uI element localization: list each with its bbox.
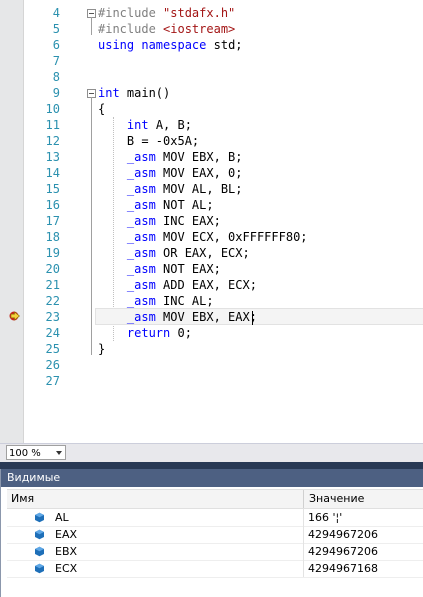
code-line[interactable]: 15 _asm MOV AL, BL;: [0, 181, 423, 197]
code-line[interactable]: 16 _asm NOT AL;: [0, 197, 423, 213]
line-number: 12: [45, 134, 60, 148]
locals-table-header: Имя Значение: [7, 489, 423, 509]
code-line[interactable]: 23 _asm MOV EBX, EAX;: [0, 308, 423, 325]
code-text: int A, B;: [126, 118, 192, 132]
locals-panel-title: Видимые: [1, 469, 423, 487]
chevron-down-icon: [56, 451, 62, 455]
variable-value[interactable]: 4294967168: [308, 560, 378, 577]
code-text: return 0;: [126, 326, 192, 340]
line-number: 10: [45, 102, 60, 116]
text-cursor: [252, 311, 253, 325]
line-number: 22: [45, 294, 60, 308]
code-line[interactable]: 10 {: [0, 101, 423, 117]
line-number: 8: [52, 70, 60, 84]
code-text: _asm NOT EAX;: [126, 262, 221, 276]
code-line[interactable]: 21 _asm ADD EAX, ECX;: [0, 277, 423, 293]
code-line[interactable]: 8: [0, 69, 423, 85]
variable-icon: [35, 512, 44, 523]
zoom-dropdown[interactable]: 100 %: [6, 445, 66, 460]
line-number: 27: [45, 374, 60, 388]
variable-value[interactable]: 166 '¦': [308, 509, 342, 526]
code-line[interactable]: 19 _asm OR EAX, ECX;: [0, 245, 423, 261]
locals-row[interactable]: EAX 4294967206: [7, 526, 423, 544]
line-number: 24: [45, 326, 60, 340]
locals-row[interactable]: AL 166 '¦': [7, 509, 423, 527]
code-text: _asm INC EAX;: [126, 214, 221, 228]
code-text: {: [98, 102, 106, 116]
locals-row[interactable]: ECX 4294967168: [7, 560, 423, 578]
line-number: 9: [52, 86, 60, 100]
line-number: 19: [45, 246, 60, 260]
line-number: 17: [45, 214, 60, 228]
editor-status-bar: 100 %: [0, 443, 423, 462]
line-number: 6: [52, 38, 60, 52]
code-text: }: [98, 342, 106, 356]
code-text: #include <iostream>: [98, 22, 236, 36]
code-text: using namespace std;: [98, 38, 243, 52]
fold-guide: [91, 17, 92, 35]
code-text: _asm MOV EBX, EAX;: [126, 310, 257, 324]
variable-name: EBX: [55, 545, 78, 558]
code-text: _asm MOV EBX, B;: [126, 150, 243, 164]
code-line[interactable]: 18 _asm MOV ECX, 0xFFFFFF80;: [0, 229, 423, 245]
line-number: 26: [45, 358, 60, 372]
line-number: 4: [52, 6, 60, 20]
fold-guide: [91, 97, 92, 355]
variable-icon: [35, 563, 44, 574]
code-line[interactable]: 6 using namespace std;: [0, 37, 423, 53]
line-number: 13: [45, 150, 60, 164]
line-number: 20: [45, 262, 60, 276]
horizontal-scrollbar[interactable]: [68, 446, 423, 460]
code-line[interactable]: 17 _asm INC EAX;: [0, 213, 423, 229]
line-number: 7: [52, 54, 60, 68]
variable-name: ECX: [55, 562, 78, 575]
code-line[interactable]: 12 B = -0x5A;: [0, 133, 423, 149]
code-text: _asm MOV AL, BL;: [126, 182, 243, 196]
variable-icon: [35, 546, 44, 557]
code-text: int main(): [98, 86, 171, 100]
code-line[interactable]: 25}: [0, 341, 423, 357]
code-line[interactable]: 7: [0, 53, 423, 69]
locals-panel: Видимые Имя Значение AL 166 '¦' EAX 4294967…: [0, 469, 423, 597]
code-line[interactable]: 24 return 0;: [0, 325, 423, 341]
locals-row[interactable]: EBX 4294967206: [7, 543, 423, 561]
line-number: 15: [45, 182, 60, 196]
line-number: 14: [45, 166, 60, 180]
code-line[interactable]: 14 _asm MOV EAX, 0;: [0, 165, 423, 181]
code-line[interactable]: 22 _asm INC AL;: [0, 293, 423, 309]
line-number: 16: [45, 198, 60, 212]
code-line[interactable]: 27: [0, 373, 423, 389]
zoom-value: 100 %: [9, 448, 41, 459]
variable-value[interactable]: 4294967206: [308, 543, 378, 560]
code-text: _asm ADD EAX, ECX;: [126, 278, 257, 292]
code-line[interactable]: 13 _asm MOV EBX, B;: [0, 149, 423, 165]
code-text: _asm MOV ECX, 0xFFFFFF80;: [126, 230, 308, 244]
code-line[interactable]: 26: [0, 357, 423, 373]
code-line[interactable]: 5 #include <iostream>: [0, 21, 423, 37]
code-text: _asm NOT AL;: [126, 198, 214, 212]
variable-value[interactable]: 4294967206: [308, 526, 378, 543]
code-text: _asm OR EAX, ECX;: [126, 246, 250, 260]
code-text: _asm INC AL;: [126, 294, 214, 308]
variable-icon: [35, 529, 44, 540]
line-number: 23: [45, 310, 60, 324]
code-text: _asm MOV EAX, 0;: [126, 166, 243, 180]
variable-name: EAX: [55, 528, 78, 541]
line-number: 21: [45, 278, 60, 292]
line-number: 25: [45, 342, 60, 356]
panel-splitter[interactable]: [0, 462, 423, 469]
code-text: #include "stdafx.h": [98, 6, 236, 20]
column-header-value[interactable]: Значение: [309, 490, 364, 508]
code-line[interactable]: 20 _asm NOT EAX;: [0, 261, 423, 277]
code-line[interactable]: 4 #include "stdafx.h": [0, 5, 423, 21]
variable-name: AL: [55, 511, 69, 524]
code-text: B = -0x5A;: [98, 134, 200, 148]
code-editor[interactable]: 4 #include "stdafx.h" 5 #include <iostream>…: [0, 0, 423, 443]
code-line[interactable]: 11 int A, B;: [0, 117, 423, 133]
code-line[interactable]: 9 int main(): [0, 85, 423, 101]
line-number: 18: [45, 230, 60, 244]
line-number: 5: [52, 22, 60, 36]
line-number: 11: [45, 118, 60, 132]
column-header-name[interactable]: Имя: [11, 490, 34, 508]
